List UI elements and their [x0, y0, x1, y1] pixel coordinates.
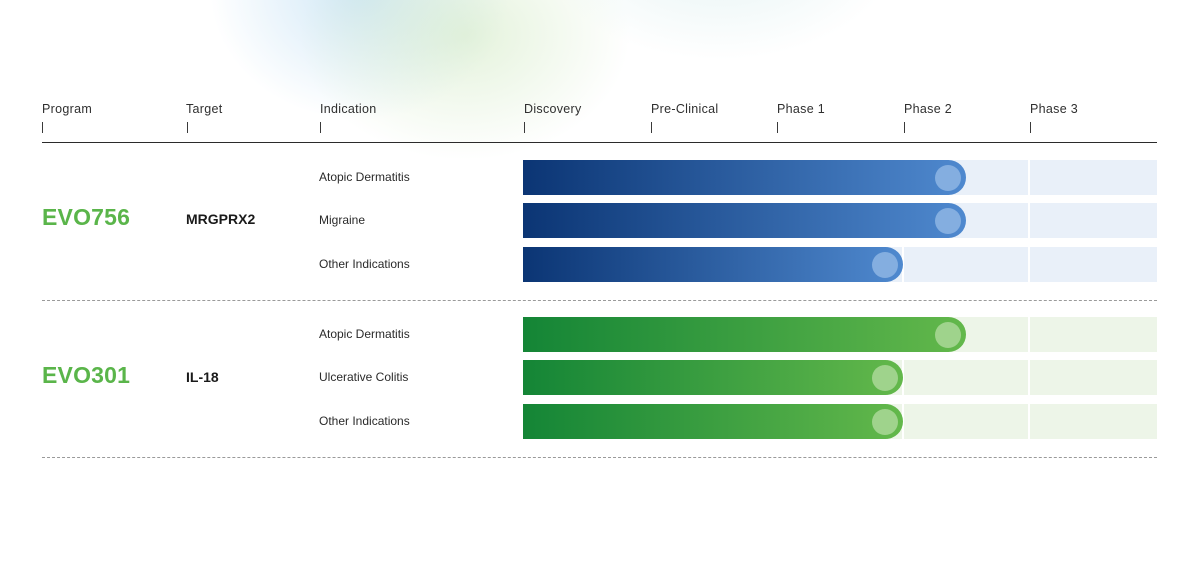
header-tick-target: [187, 122, 188, 133]
indication-label: Migraine: [319, 213, 366, 227]
program-name: EVO756: [42, 204, 131, 230]
program-name: EVO301: [42, 362, 131, 388]
group-separator: [42, 457, 1157, 458]
progress-marker: [871, 408, 898, 435]
header-tick-phase-2: [904, 122, 905, 133]
background-glow-teal: [540, 0, 900, 60]
progress-track: [523, 360, 1157, 395]
track-phase-divider: [1028, 247, 1031, 282]
header-tick-phase-1: [777, 122, 778, 133]
header-target: Target: [186, 102, 223, 116]
progress-track: [523, 160, 1157, 195]
header-phase-2: Phase 2: [904, 102, 952, 116]
track-phase-divider: [1028, 360, 1031, 395]
progress-bar: [523, 203, 967, 238]
header-tick-program: [42, 122, 43, 133]
progress-track: [523, 203, 1157, 238]
background-glow-green: [300, 0, 630, 160]
group-separator: [42, 300, 1157, 301]
progress-marker: [871, 251, 898, 278]
indication-label: Atopic Dermatitis: [319, 170, 410, 184]
header-tick-preclinical: [651, 122, 652, 133]
progress-marker: [935, 207, 962, 234]
header-tick-indication: [320, 122, 321, 133]
indication-label: Other Indications: [319, 257, 410, 271]
progress-bar: [523, 360, 903, 395]
target-name: IL-18: [186, 369, 219, 385]
header-program: Program: [42, 102, 93, 116]
header-indication: Indication: [320, 102, 377, 116]
progress-bar: [523, 404, 903, 439]
progress-bar: [523, 247, 903, 282]
target-name: MRGPRX2: [186, 211, 256, 227]
header-phase-1: Phase 1: [777, 102, 825, 116]
track-phase-divider: [1028, 404, 1031, 439]
progress-bar: [523, 160, 967, 195]
track-phase-divider: [1028, 317, 1031, 352]
progress-track: [523, 317, 1157, 352]
track-phase-divider: [1028, 203, 1031, 238]
header-phase-3: Phase 3: [1030, 102, 1078, 116]
track-phase-divider: [1028, 160, 1031, 195]
progress-marker: [935, 321, 962, 348]
header-phase-preclinical: Pre-Clinical: [651, 102, 719, 116]
header-rule: [42, 142, 1157, 143]
header-phase-discovery: Discovery: [524, 102, 582, 116]
indication-label: Atopic Dermatitis: [319, 327, 410, 341]
indication-label: Other Indications: [319, 414, 410, 428]
progress-bar: [523, 317, 967, 352]
progress-marker: [871, 364, 898, 391]
indication-label: Ulcerative Colitis: [319, 370, 409, 384]
progress-track: [523, 247, 1157, 282]
header-tick-phase-3: [1030, 122, 1031, 133]
header-tick-discovery: [524, 122, 525, 133]
progress-marker: [935, 164, 962, 191]
progress-track: [523, 404, 1157, 439]
